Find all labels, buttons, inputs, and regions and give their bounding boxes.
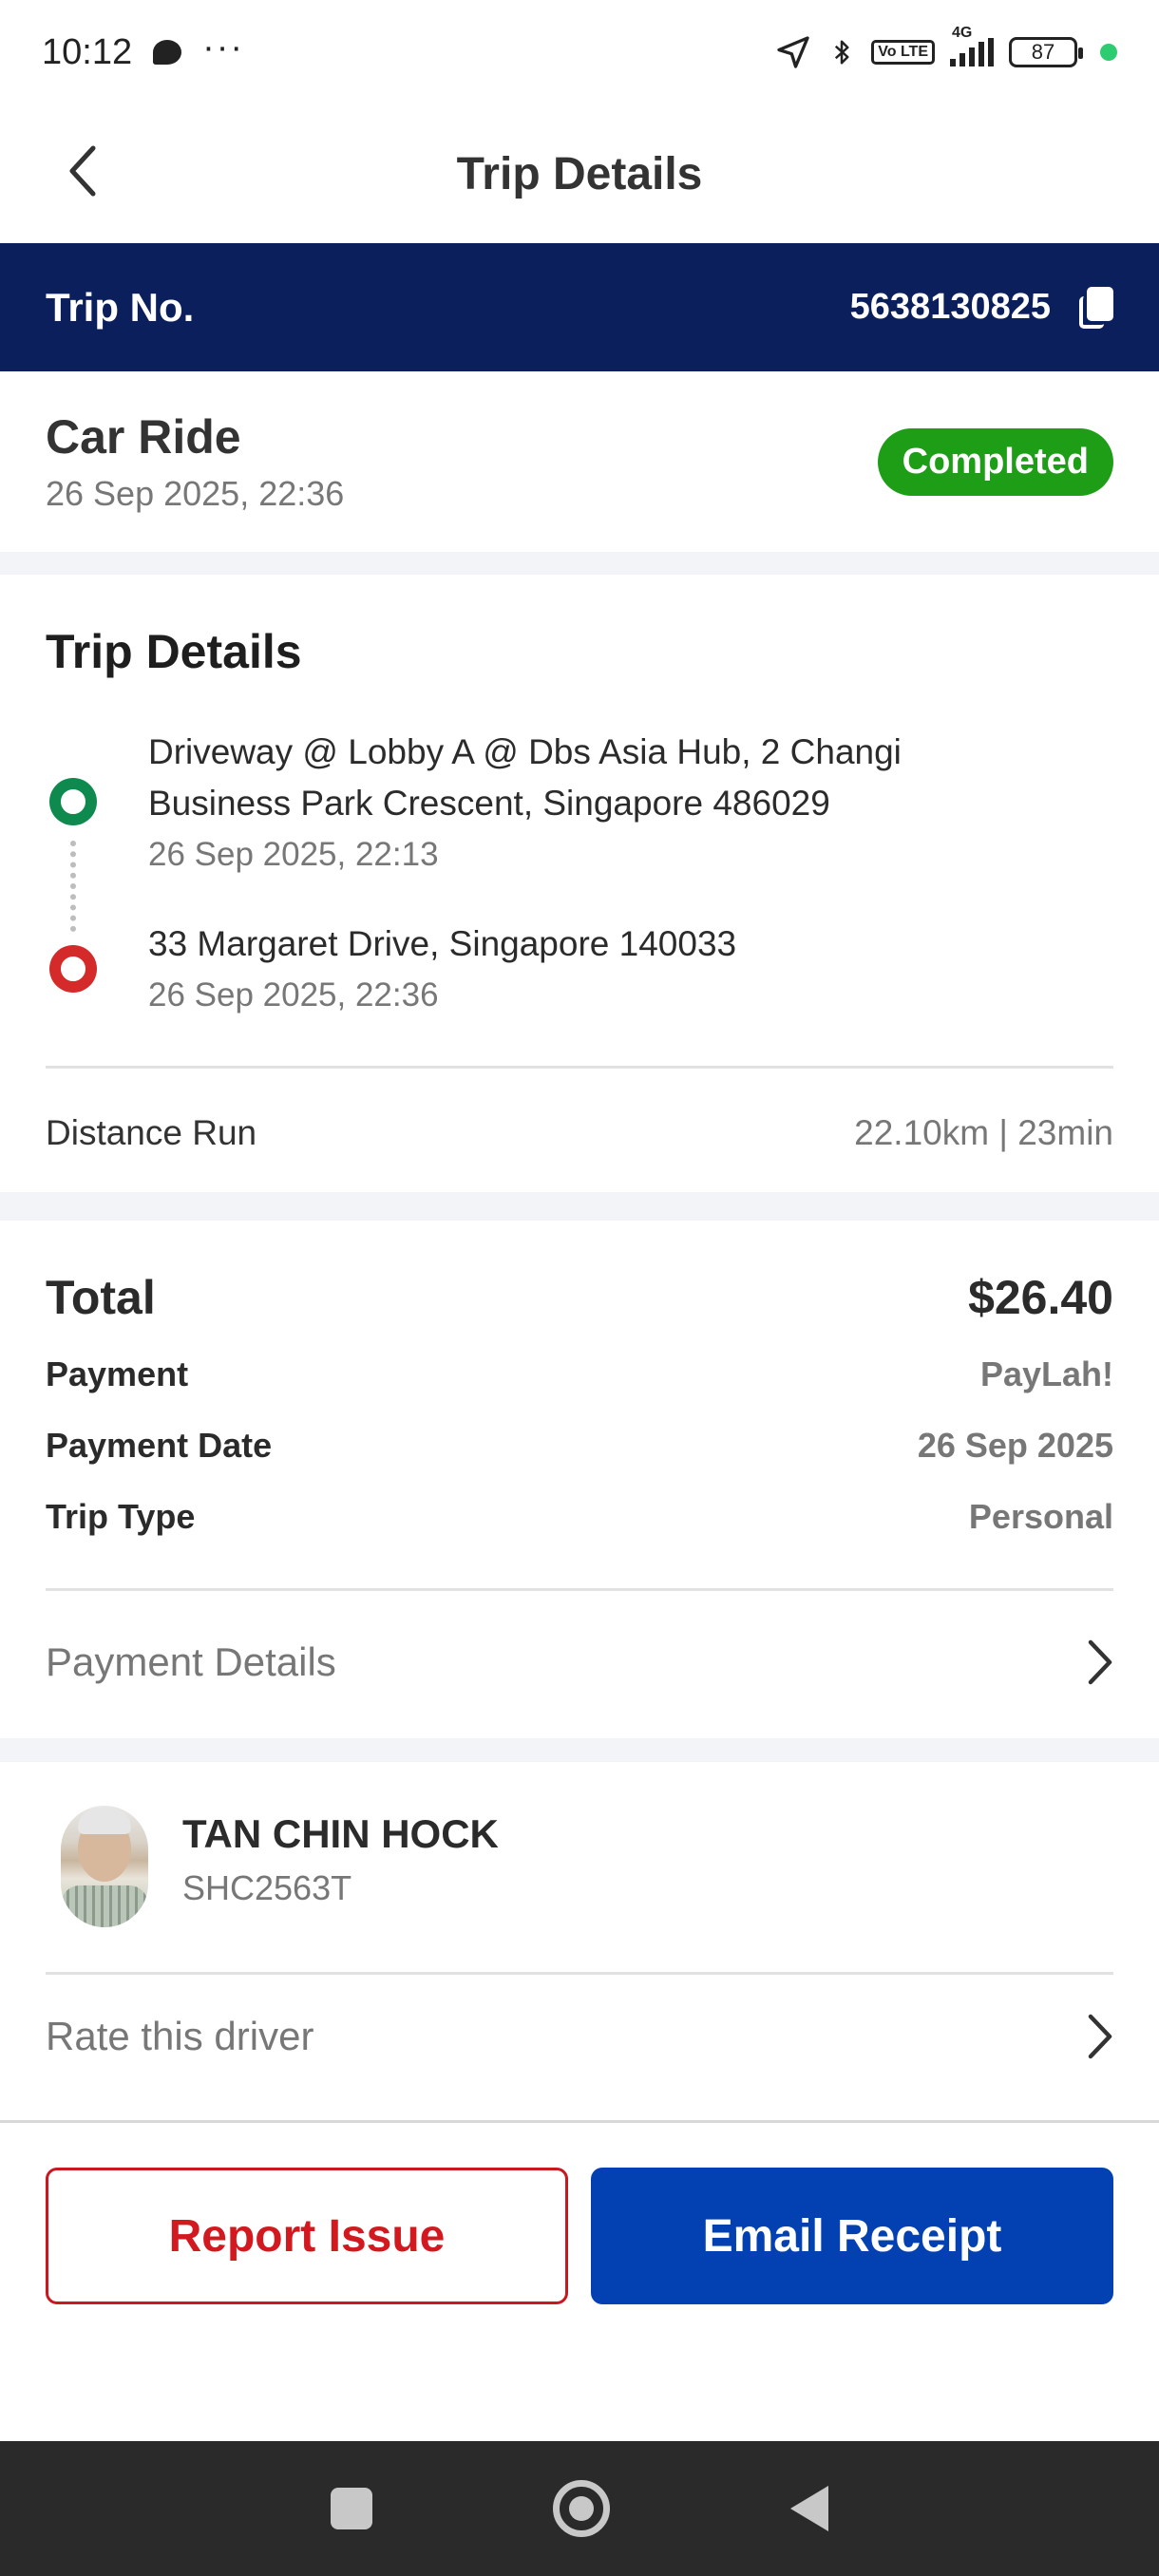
driver-card: TAN CHIN HOCK SHC2563T Rate this driver <box>0 1762 1159 2123</box>
ride-datetime: 26 Sep 2025, 22:36 <box>46 474 345 513</box>
total-label: Total <box>46 1271 156 1324</box>
page-title: Trip Details <box>456 148 703 199</box>
ride-info: Car Ride 26 Sep 2025, 22:36 <box>46 409 344 514</box>
more-notifications-icon: ··· <box>202 27 245 67</box>
distance-value: 22.10km | 23min <box>854 1113 1113 1152</box>
divider <box>46 1066 1113 1069</box>
pickup-time: 26 Sep 2025, 22:13 <box>148 836 439 873</box>
payment-method-row: Payment PayLah! <box>46 1346 1113 1403</box>
pickup-stop: Driveway @ Lobby A @ Dbs Asia Hub, 2 Cha… <box>148 727 1041 881</box>
signal-icon: 4G <box>950 25 994 66</box>
trip-number-value: 5638130825 <box>849 287 1051 327</box>
section-divider <box>0 1192 1159 1221</box>
payment-date-row: Payment Date 26 Sep 2025 <box>46 1417 1113 1474</box>
trip-details-card: Trip Details Driveway @ Lobby A @ Dbs As… <box>0 575 1159 1192</box>
privacy-indicator-dot <box>1100 44 1117 61</box>
route-line <box>70 841 76 932</box>
back-triangle-icon[interactable] <box>790 2486 828 2531</box>
ride-type: Car Ride <box>46 410 241 464</box>
trip-number-label: Trip No. <box>46 284 195 330</box>
trip-number-bar: Trip No. 5638130825 <box>0 243 1159 371</box>
rate-driver-label: Rate this driver <box>46 2014 314 2058</box>
report-issue-button[interactable]: Report Issue <box>46 2168 568 2304</box>
vehicle-plate: SHC2563T <box>182 1868 352 1907</box>
battery-level: 87 <box>1031 40 1055 64</box>
trip-type-row: Trip Type Personal <box>46 1488 1113 1545</box>
payment-method-label: Payment <box>46 1354 189 1393</box>
total-row: Total $26.40 <box>46 1264 1113 1331</box>
rate-driver-link[interactable]: Rate this driver <box>46 1975 1113 2098</box>
network-type: 4G <box>952 25 973 41</box>
status-bar: 10:12 ··· Vo LTE 4G 87 <box>0 0 1159 104</box>
bluetooth-icon <box>835 40 849 65</box>
distance-row: Distance Run 22.10km | 23min <box>46 1095 1113 1171</box>
home-icon[interactable] <box>553 2480 610 2537</box>
volte-icon: Vo LTE <box>871 40 935 65</box>
status-time: 10:12 <box>42 31 133 72</box>
system-nav-bar <box>0 2441 1159 2576</box>
dropoff-time: 26 Sep 2025, 22:36 <box>148 976 439 1013</box>
email-receipt-button[interactable]: Email Receipt <box>591 2168 1113 2304</box>
status-left: 10:12 ··· <box>42 28 244 73</box>
ride-summary: Car Ride 26 Sep 2025, 22:36 Completed <box>0 371 1159 552</box>
battery-icon: 87 <box>1009 37 1083 67</box>
location-arrow-icon <box>777 36 809 68</box>
payment-method-value: PayLah! <box>979 1354 1113 1393</box>
dropoff-pin-icon <box>49 945 97 993</box>
copy-icon[interactable] <box>1079 286 1113 329</box>
recent-apps-icon[interactable] <box>331 2488 372 2529</box>
payment-details-label: Payment Details <box>46 1639 336 1684</box>
chevron-right-icon <box>1085 1638 1113 1686</box>
divider <box>46 1588 1113 1591</box>
pickup-pin-icon <box>49 778 97 825</box>
dropoff-address: 33 Margaret Drive, Singapore 140033 <box>148 924 737 963</box>
total-value: $26.40 <box>968 1271 1113 1324</box>
section-divider <box>0 552 1159 575</box>
section-divider <box>0 1738 1159 1762</box>
trip-type-label: Trip Type <box>46 1497 196 1536</box>
chevron-right-icon <box>1085 2013 1113 2060</box>
status-right: Vo LTE 4G 87 <box>774 25 1117 71</box>
back-button[interactable] <box>53 133 110 209</box>
app-header: Trip Details <box>0 104 1159 243</box>
chat-bubble-icon <box>153 40 182 65</box>
distance-label: Distance Run <box>46 1113 257 1152</box>
driver-name: TAN CHIN HOCK <box>182 1811 499 1856</box>
trip-number-group: 5638130825 <box>849 286 1113 329</box>
pickup-address: Driveway @ Lobby A @ Dbs Asia Hub, 2 Cha… <box>148 732 902 823</box>
trip-type-value: Personal <box>968 1497 1113 1536</box>
driver-avatar <box>61 1806 148 1927</box>
status-badge: Completed <box>877 427 1113 496</box>
actions-divider <box>0 2120 1159 2123</box>
payment-date-label: Payment Date <box>46 1426 273 1465</box>
trip-details-title: Trip Details <box>46 625 302 678</box>
dropoff-stop: 33 Margaret Drive, Singapore 140033 26 S… <box>148 919 1041 1021</box>
payment-details-link[interactable]: Payment Details <box>46 1601 1113 1724</box>
payment-date-value: 26 Sep 2025 <box>917 1426 1113 1465</box>
chevron-left-icon <box>69 145 96 197</box>
payment-card: Total $26.40 Payment PayLah! Payment Dat… <box>0 1221 1159 1738</box>
